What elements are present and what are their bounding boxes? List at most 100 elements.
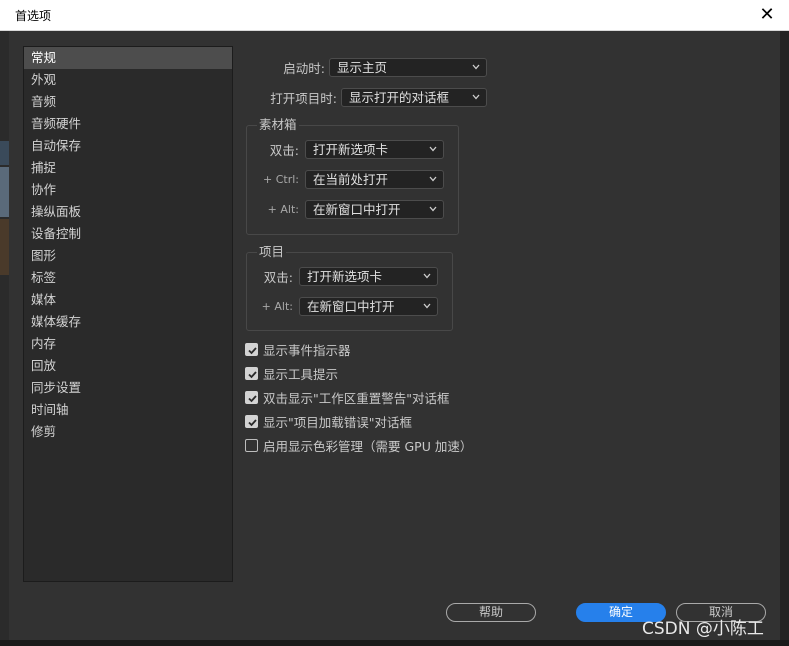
project-double-click-value: 打开新选项卡 xyxy=(307,269,383,284)
sidebar-item-control-surface[interactable]: 操纵面板 xyxy=(24,201,232,223)
checkbox-show-tooltips[interactable]: 显示工具提示 xyxy=(245,364,338,382)
sidebar-item-auto-save[interactable]: 自动保存 xyxy=(24,135,232,157)
sidebar-item-label: 捕捉 xyxy=(31,160,57,175)
sidebar-item-audio[interactable]: 音频 xyxy=(24,91,232,113)
preferences-sidebar: 常规 外观 音频 音频硬件 自动保存 捕捉 协作 操纵面板 设备控制 图形 标签… xyxy=(23,46,233,582)
help-button[interactable]: 帮助 xyxy=(446,603,536,622)
project-double-click-dropdown[interactable]: 打开新选项卡 xyxy=(299,267,438,286)
chevron-down-icon xyxy=(472,94,480,100)
check-icon[interactable] xyxy=(245,366,258,380)
open-project-value: 显示打开的对话框 xyxy=(349,90,450,105)
preferences-dialog: 常规 外观 音频 音频硬件 自动保存 捕捉 协作 操纵面板 设备控制 图形 标签… xyxy=(9,31,780,640)
sidebar-item-audio-hardware[interactable]: 音频硬件 xyxy=(24,113,232,135)
checkbox-box[interactable] xyxy=(245,438,258,452)
checkbox-project-load-error[interactable]: 显示"项目加载错误"对话框 xyxy=(245,412,412,430)
project-group-title: 项目 xyxy=(257,244,287,259)
sidebar-item-memory[interactable]: 内存 xyxy=(24,333,232,355)
project-alt-dropdown[interactable]: 在新窗口中打开 xyxy=(299,297,438,316)
chevron-down-icon xyxy=(423,273,431,279)
checkbox-color-management[interactable]: 启用显示色彩管理（需要 GPU 加速） xyxy=(245,436,472,454)
sidebar-item-label: 音频 xyxy=(31,94,57,109)
sidebar-item-label: 标签 xyxy=(31,270,57,285)
startup-dropdown[interactable]: 显示主页 xyxy=(329,58,487,77)
sidebar-item-labels[interactable]: 标签 xyxy=(24,267,232,289)
project-alt-row: + Alt: 在新窗口中打开 xyxy=(255,297,438,316)
check-icon[interactable] xyxy=(245,390,258,404)
sidebar-item-graphics[interactable]: 图形 xyxy=(24,245,232,267)
sidebar-item-device-control[interactable]: 设备控制 xyxy=(24,223,232,245)
title-bar: 首选项 ✕ xyxy=(0,0,789,31)
background-thumbnail xyxy=(0,219,9,275)
sidebar-item-label: 内存 xyxy=(31,336,57,351)
sidebar-item-trim[interactable]: 修剪 xyxy=(24,421,232,443)
sidebar-item-media[interactable]: 媒体 xyxy=(24,289,232,311)
sidebar-item-appearance[interactable]: 外观 xyxy=(24,69,232,91)
sidebar-item-label: 自动保存 xyxy=(31,138,82,153)
chevron-down-icon xyxy=(472,64,480,70)
window-title: 首选项 xyxy=(15,9,52,23)
check-icon[interactable] xyxy=(245,414,258,428)
sidebar-item-label: 设备控制 xyxy=(31,226,82,241)
chevron-down-icon xyxy=(423,303,431,309)
chevron-down-icon xyxy=(429,206,437,212)
bin-alt-row: + Alt: 在新窗口中打开 xyxy=(255,200,444,219)
bin-group-title: 素材箱 xyxy=(257,117,299,132)
sidebar-item-label: 外观 xyxy=(31,72,57,87)
checkbox-label: 启用显示色彩管理（需要 GPU 加速） xyxy=(263,438,473,454)
bin-group: 素材箱 双击: 打开新选项卡 + Ctrl: 在当前处打开 + Alt: 在新窗… xyxy=(246,118,459,235)
bin-double-click-row: 双击: 打开新选项卡 xyxy=(255,140,444,159)
bin-ctrl-row: + Ctrl: 在当前处打开 xyxy=(255,170,444,189)
close-icon[interactable]: ✕ xyxy=(757,4,777,26)
check-icon[interactable] xyxy=(245,342,258,356)
sidebar-item-label: 常规 xyxy=(31,50,57,65)
bin-ctrl-value: 在当前处打开 xyxy=(313,172,389,187)
sidebar-item-capture[interactable]: 捕捉 xyxy=(24,157,232,179)
sidebar-item-sync-settings[interactable]: 同步设置 xyxy=(24,377,232,399)
checkbox-show-event-indicators[interactable]: 显示事件指示器 xyxy=(245,340,351,358)
checkbox-label: 显示工具提示 xyxy=(263,366,339,382)
sidebar-item-label: 媒体缓存 xyxy=(31,314,82,329)
sidebar-item-label: 协作 xyxy=(31,182,57,197)
background-app-bottom-edge xyxy=(0,640,789,646)
checkbox-label: 显示"项目加载错误"对话框 xyxy=(263,414,412,430)
background-thumbnail xyxy=(0,141,9,165)
bin-double-click-dropdown[interactable]: 打开新选项卡 xyxy=(305,140,444,159)
bin-alt-dropdown[interactable]: 在新窗口中打开 xyxy=(305,200,444,219)
sidebar-item-label: 时间轴 xyxy=(31,402,69,417)
sidebar-item-label: 回放 xyxy=(31,358,57,373)
open-project-dropdown[interactable]: 显示打开的对话框 xyxy=(341,88,487,107)
bin-ctrl-dropdown[interactable]: 在当前处打开 xyxy=(305,170,444,189)
project-double-click-row: 双击: 打开新选项卡 xyxy=(255,267,438,286)
project-alt-label: + Alt: xyxy=(261,300,293,313)
checkbox-workspace-reset-warning[interactable]: 双击显示"工作区重置警告"对话框 xyxy=(245,388,450,406)
bin-double-click-label: 双击: xyxy=(269,143,299,158)
sidebar-item-label: 音频硬件 xyxy=(31,116,82,131)
open-project-row: 打开项目时: 显示打开的对话框 xyxy=(245,88,487,107)
background-app-left-edge xyxy=(0,31,9,646)
background-thumbnail xyxy=(0,167,9,217)
sidebar-item-media-cache[interactable]: 媒体缓存 xyxy=(24,311,232,333)
startup-value: 显示主页 xyxy=(337,60,388,75)
project-group: 项目 双击: 打开新选项卡 + Alt: 在新窗口中打开 xyxy=(246,245,453,331)
sidebar-item-label: 媒体 xyxy=(31,292,57,307)
bin-ctrl-label: + Ctrl: xyxy=(263,173,299,186)
sidebar-item-general[interactable]: 常规 xyxy=(24,47,232,69)
sidebar-item-label: 同步设置 xyxy=(31,380,82,395)
chevron-down-icon xyxy=(429,146,437,152)
watermark: CSDN @小陈工 xyxy=(642,619,764,639)
sidebar-item-timeline[interactable]: 时间轴 xyxy=(24,399,232,421)
bin-alt-label: + Alt: xyxy=(267,203,299,216)
project-double-click-label: 双击: xyxy=(263,270,293,285)
background-app-right-edge xyxy=(780,31,789,646)
project-alt-value: 在新窗口中打开 xyxy=(307,299,395,314)
sidebar-item-label: 图形 xyxy=(31,248,57,263)
checkbox-label: 显示事件指示器 xyxy=(263,342,351,358)
sidebar-item-label: 修剪 xyxy=(31,424,57,439)
checkbox-label: 双击显示"工作区重置警告"对话框 xyxy=(263,390,450,406)
chevron-down-icon xyxy=(429,176,437,182)
startup-row: 启动时: 显示主页 xyxy=(245,58,487,77)
sidebar-item-collaboration[interactable]: 协作 xyxy=(24,179,232,201)
open-project-label: 打开项目时: xyxy=(270,91,337,106)
sidebar-item-playback[interactable]: 回放 xyxy=(24,355,232,377)
bin-alt-value: 在新窗口中打开 xyxy=(313,202,401,217)
